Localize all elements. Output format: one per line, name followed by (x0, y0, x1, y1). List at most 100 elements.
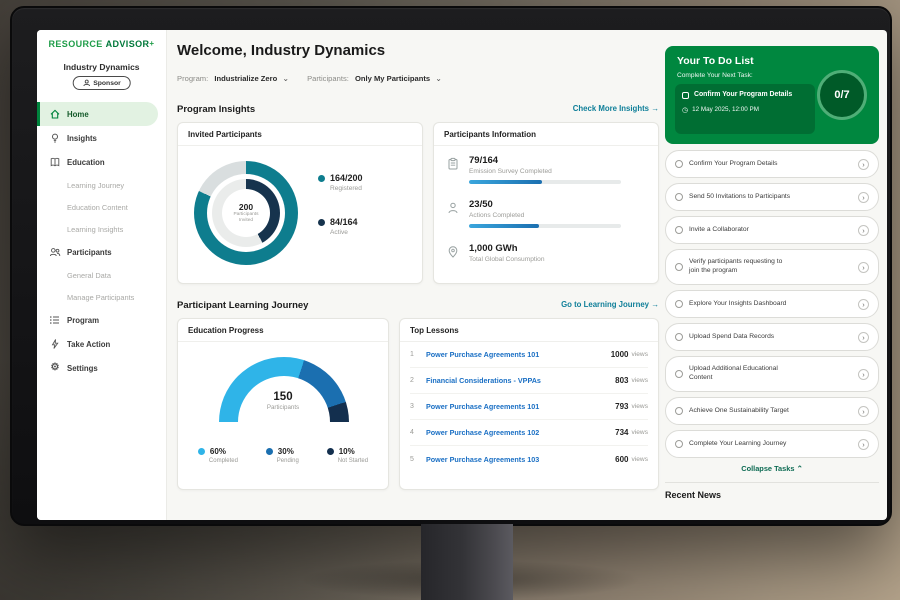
sidebar-item-general-data[interactable]: General Data (37, 264, 166, 286)
due-date: 12 May 2025, 12:00 PM (692, 106, 759, 113)
invited-participants-card: Invited Participants 200 Participants In… (177, 122, 423, 284)
logo-text-resource: RESOURCE (48, 39, 102, 49)
legend-registered: 164/200 Registered (318, 173, 363, 192)
stat-consumption: 1,000 GWh Total Global Consumption (446, 243, 545, 263)
sidebar: RESOURCE ADVISOR+ Industry Dynamics Spon… (37, 30, 167, 520)
task-row[interactable]: Upload Additional Educational Content › (665, 356, 879, 392)
go-to-learning-journey-link[interactable]: Go to Learning Journey → (561, 300, 659, 311)
sponsor-badge[interactable]: Sponsor (72, 76, 131, 90)
card-title: Top Lessons (400, 319, 658, 342)
collapse-tasks-button[interactable]: Collapse Tasks ⌃ (665, 464, 879, 473)
check-more-insights-link[interactable]: Check More Insights → (573, 104, 659, 115)
participants-filter-label: Participants: (307, 74, 349, 83)
task-row[interactable]: Complete Your Learning Journey › (665, 430, 879, 458)
chevron-right-icon[interactable]: › (858, 192, 869, 203)
bulb-icon (49, 132, 61, 144)
sidebar-item-label: Learning Journey (67, 181, 124, 190)
program-filter[interactable]: Program: Industrialize Zero ⌄ (177, 74, 289, 83)
legend-active: 84/164 Active (318, 217, 358, 236)
task-row[interactable]: Explore Your Insights Dashboard › (665, 290, 879, 318)
education-gauge-chart (219, 357, 349, 422)
sidebar-item-program[interactable]: Program (37, 308, 166, 332)
chevron-down-icon: ⌄ (435, 74, 442, 83)
sidebar-item-learning-journey[interactable]: Learning Journey (37, 174, 166, 196)
legend-dot (327, 448, 334, 455)
sidebar-item-label: Take Action (67, 340, 110, 349)
donut-center-label: Participants Invited (229, 212, 263, 224)
users-icon (49, 246, 61, 258)
todo-summary-card: Your To Do List Complete Your Next Task:… (665, 46, 879, 144)
legend-not-started: 10% Not Started (327, 447, 368, 464)
task-row[interactable]: Upload Spend Data Records › (665, 323, 879, 351)
chevron-right-icon[interactable]: › (858, 332, 869, 343)
checkbox[interactable] (675, 440, 683, 448)
next-task-box[interactable]: Confirm Your Program Details ◷ 12 May 20… (675, 84, 815, 134)
checkbox[interactable] (682, 92, 689, 99)
checkbox[interactable] (675, 160, 683, 168)
lesson-row: 2 Financial Considerations - VPPAs 803 v… (410, 368, 648, 394)
sidebar-item-settings[interactable]: ⚙ Settings (37, 356, 166, 380)
legend-dot (266, 448, 273, 455)
chevron-right-icon[interactable]: › (858, 262, 869, 273)
sidebar-item-home[interactable]: Home (37, 102, 158, 126)
chevron-right-icon[interactable]: › (858, 439, 869, 450)
checkbox[interactable] (675, 370, 683, 378)
recent-news-title: Recent News (665, 490, 721, 500)
task-row[interactable]: Confirm Your Program Details › (665, 150, 879, 178)
panel-divider (665, 482, 879, 483)
sidebar-item-participants[interactable]: Participants (37, 240, 166, 264)
legend-completed: 60% Completed (198, 447, 238, 464)
chevron-right-icon[interactable]: › (858, 225, 869, 236)
lesson-link[interactable]: Financial Considerations - VPPAs (426, 376, 615, 385)
chevron-right-icon[interactable]: › (858, 406, 869, 417)
participants-filter-value: Only My Participants (355, 74, 430, 83)
sidebar-item-learning-insights[interactable]: Learning Insights (37, 218, 166, 240)
legend-dot (318, 175, 325, 182)
sponsor-badge-label: Sponsor (93, 80, 121, 87)
chevron-right-icon[interactable]: › (858, 159, 869, 170)
checkbox[interactable] (675, 407, 683, 415)
checkbox[interactable] (675, 193, 683, 201)
dashboard-screen: RESOURCE ADVISOR+ Industry Dynamics Spon… (37, 30, 887, 520)
sidebar-item-label: Learning Insights (67, 225, 123, 234)
sidebar-item-manage-participants[interactable]: Manage Participants (37, 286, 166, 308)
top-lessons-card: Top Lessons 1 Power Purchase Agreements … (399, 318, 659, 490)
arrow-right-icon: → (651, 300, 659, 309)
sidebar-item-label: Insights (67, 134, 97, 143)
monitor-bezel: RESOURCE ADVISOR+ Industry Dynamics Spon… (10, 6, 892, 526)
lesson-link[interactable]: Power Purchase Agreements 102 (426, 428, 615, 437)
sidebar-item-education[interactable]: Education (37, 150, 166, 174)
legend-pending: 30% Pending (266, 447, 299, 464)
sidebar-item-take-action[interactable]: Take Action (37, 332, 166, 356)
donut-center-value: 200 (239, 202, 253, 212)
sidebar-item-education-content[interactable]: Education Content (37, 196, 166, 218)
task-row[interactable]: Send 50 Invitations to Participants › (665, 183, 879, 211)
sidebar-item-label: Education Content (67, 203, 128, 212)
checkbox[interactable] (675, 226, 683, 234)
checkbox[interactable] (675, 300, 683, 308)
education-legend: 60% Completed 30% Pending 10% Not Starte… (178, 447, 388, 464)
task-row[interactable]: Invite a Collaborator › (665, 216, 879, 244)
chevron-right-icon[interactable]: › (858, 299, 869, 310)
participants-filter[interactable]: Participants: Only My Participants ⌄ (307, 74, 442, 83)
task-row[interactable]: Verify participants requesting to join t… (665, 249, 879, 285)
next-task-label: Confirm Your Program Details (694, 91, 792, 100)
chevron-up-icon: ⌃ (797, 464, 803, 473)
task-row[interactable]: Achieve One Sustainability Target › (665, 397, 879, 425)
lesson-row: 4 Power Purchase Agreements 102 734 view… (410, 420, 648, 446)
chevron-right-icon[interactable]: › (858, 369, 869, 380)
app-logo: RESOURCE ADVISOR+ (37, 39, 166, 49)
lesson-link[interactable]: Power Purchase Agreements 101 (426, 402, 615, 411)
checkbox[interactable] (675, 263, 683, 271)
gear-icon: ⚙ (49, 362, 61, 374)
lesson-link[interactable]: Power Purchase Agreements 103 (426, 455, 615, 464)
sidebar-item-label: Manage Participants (67, 293, 134, 302)
lesson-link[interactable]: Power Purchase Agreements 101 (426, 350, 611, 359)
card-title: Education Progress (178, 319, 388, 342)
stat-actions: 23/50 Actions Completed (446, 199, 621, 228)
gauge-center: 150 Participants (178, 391, 388, 411)
filters-bar: Program: Industrialize Zero ⌄ Participan… (177, 74, 442, 83)
section-title: Program Insights (177, 104, 255, 115)
checkbox[interactable] (675, 333, 683, 341)
sidebar-item-insights[interactable]: Insights (37, 126, 166, 150)
